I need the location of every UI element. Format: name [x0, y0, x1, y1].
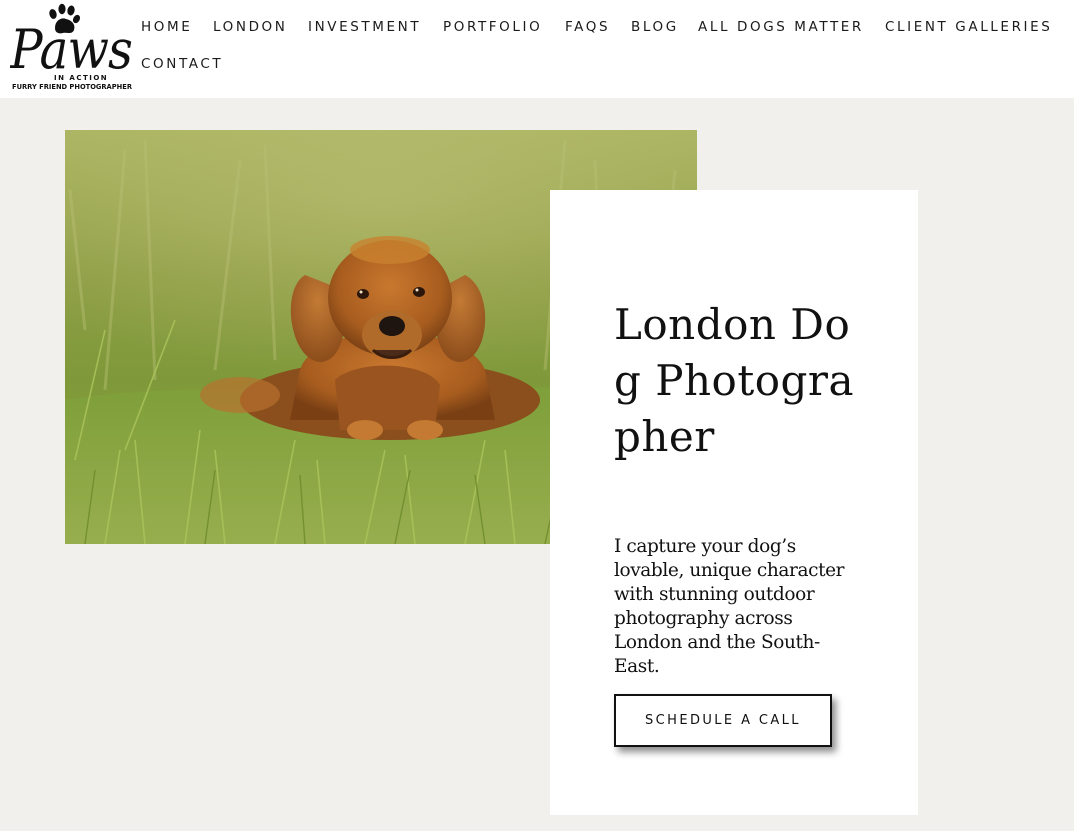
hero-card: London Dog Photographer I capture your d…: [550, 190, 918, 815]
nav-faqs[interactable]: FAQS: [565, 19, 610, 35]
hero-description: I capture your dog’s lovable, unique cha…: [614, 536, 845, 677]
hero-title: London Dog Photographer: [614, 300, 854, 461]
site-logo[interactable]: Paws IN ACTION FURRY FRIEND PHOTOGRAPHER: [10, 2, 134, 92]
schedule-call-button[interactable]: SCHEDULE A CALL: [614, 694, 832, 747]
nav-blog[interactable]: BLOG: [631, 19, 679, 35]
logo-tag: IN ACTION: [54, 74, 108, 82]
nav-london[interactable]: LONDON: [213, 19, 288, 35]
nav-home[interactable]: HOME: [141, 19, 192, 35]
nav-portfolio[interactable]: PORTFOLIO: [443, 19, 542, 35]
nav-all-dogs-matter[interactable]: ALL DOGS MATTER: [698, 19, 864, 35]
nav-client-galleries[interactable]: CLIENT GALLERIES: [885, 19, 1052, 35]
logo-subtitle: FURRY FRIEND PHOTOGRAPHER: [12, 83, 133, 91]
site-header: Paws IN ACTION FURRY FRIEND PHOTOGRAPHER…: [0, 0, 1074, 98]
logo-word: Paws: [10, 18, 132, 81]
nav-investment[interactable]: INVESTMENT: [308, 19, 421, 35]
nav-contact[interactable]: CONTACT: [141, 56, 223, 72]
paw-logo-icon: Paws IN ACTION FURRY FRIEND PHOTOGRAPHER: [10, 3, 133, 91]
